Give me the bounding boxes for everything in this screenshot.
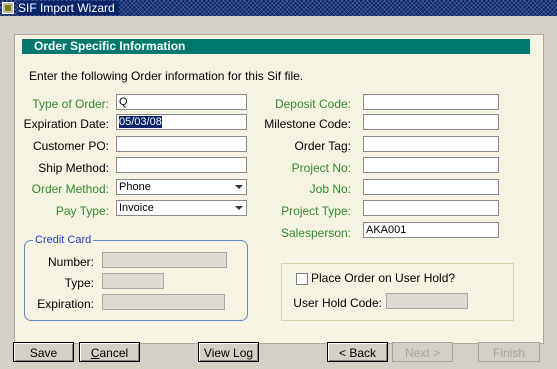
job-no-label: Job No: (309, 182, 351, 196)
customer-po-field[interactable] (116, 136, 247, 152)
user-hold-checkbox-label: Place Order on User Hold? (311, 271, 456, 285)
type-of-order-field[interactable]: Q (116, 94, 247, 110)
deposit-code-label: Deposit Code: (274, 97, 351, 111)
chevron-down-icon[interactable] (235, 206, 243, 210)
order-method-select[interactable]: Phone (116, 179, 247, 195)
order-info-panel: Order Specific Information Enter the fol… (14, 34, 544, 344)
cc-number-label: Number: (47, 255, 94, 269)
app-icon (2, 2, 14, 14)
milestone-code-label: Milestone Code: (264, 117, 351, 131)
cc-expiration-label: Expiration: (37, 297, 94, 311)
type-of-order-label: Type of Order: (32, 97, 109, 111)
customer-po-label: Customer PO: (32, 139, 109, 153)
cc-type-label: Type: (64, 276, 94, 290)
section-header: Order Specific Information (22, 39, 530, 54)
cancel-button[interactable]: Cancel (79, 342, 140, 362)
pay-type-value: Invoice (119, 202, 154, 214)
project-type-label: Project Type: (281, 204, 351, 218)
credit-card-title: Credit Card (33, 234, 94, 246)
user-hold-code-label: User Hold Code: (293, 296, 382, 310)
order-tag-label: Order Tag: (294, 139, 351, 153)
salesperson-field[interactable]: AKA001 (363, 222, 499, 238)
project-no-label: Project No: (291, 161, 351, 175)
expiration-date-field[interactable]: 05/03/08 (116, 114, 247, 130)
next-button[interactable]: Next > (392, 342, 453, 362)
project-no-field[interactable] (363, 157, 499, 173)
intro-text: Enter the following Order information fo… (29, 69, 304, 83)
order-method-label: Order Method: (31, 182, 109, 196)
window-title: SIF Import Wizard (18, 1, 119, 15)
milestone-code-field[interactable] (363, 114, 499, 130)
cancel-label: ancel (99, 346, 129, 360)
user-hold-group: Place Order on User Hold? User Hold Code… (281, 263, 514, 321)
chevron-down-icon[interactable] (235, 185, 243, 189)
expiration-date-label: Expiration Date: (23, 117, 109, 131)
pay-type-label: Pay Type: (55, 204, 109, 218)
user-hold-code-field (386, 293, 468, 309)
ship-method-label: Ship Method: (38, 161, 109, 175)
save-button[interactable]: Save (13, 342, 74, 362)
project-type-field[interactable] (363, 200, 499, 216)
cc-expiration-field (102, 294, 225, 310)
job-no-field[interactable] (363, 179, 499, 195)
cc-number-field (102, 252, 227, 268)
title-bar: SIF Import Wizard (0, 0, 557, 16)
back-button[interactable]: < Back (327, 342, 388, 362)
order-tag-field[interactable] (363, 136, 499, 152)
user-hold-checkbox[interactable] (296, 273, 308, 285)
pay-type-select[interactable]: Invoice (116, 200, 247, 216)
order-method-value: Phone (119, 181, 151, 193)
expiration-date-value: 05/03/08 (119, 116, 162, 128)
salesperson-label: Salesperson: (280, 226, 351, 240)
credit-card-group: Credit Card Number: Type: Expiration: (24, 234, 248, 321)
wizard-frame: Order Specific Information Enter the fol… (0, 16, 557, 369)
view-log-button[interactable]: View Log (198, 342, 259, 362)
deposit-code-field[interactable] (363, 94, 499, 110)
ship-method-field[interactable] (116, 157, 247, 173)
finish-button[interactable]: Finish (478, 342, 540, 362)
cc-type-field (102, 273, 164, 289)
